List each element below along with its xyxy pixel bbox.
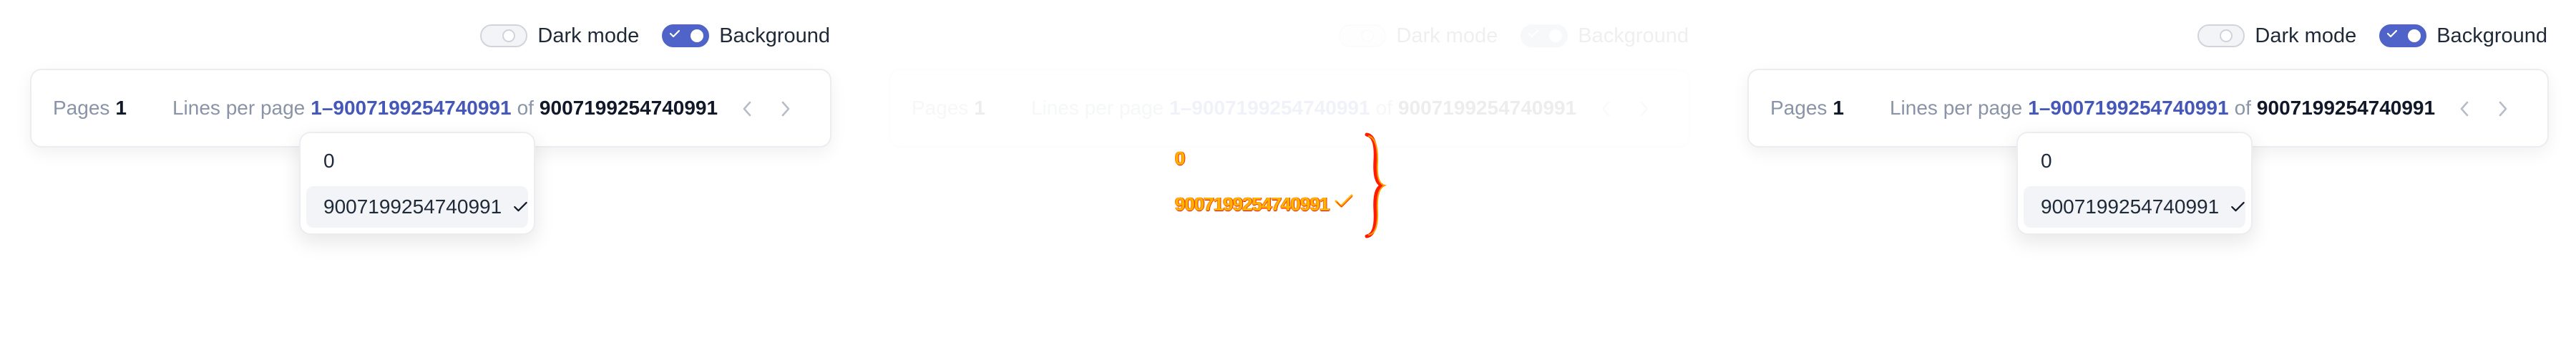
bracket-artifact-icon <box>1365 132 1387 238</box>
toggle-knob <box>2220 29 2233 42</box>
chevron-right-icon <box>781 101 790 117</box>
toggle-knob <box>1549 29 1563 42</box>
background-toggle[interactable] <box>1521 24 1568 47</box>
total-count: 9007199254740991 <box>2256 97 2436 119</box>
background-label: Background <box>2436 24 2547 47</box>
background-label: Background <box>1578 24 1689 47</box>
of-label: of <box>517 97 534 119</box>
background-toggle-group[interactable]: Background <box>2379 24 2547 48</box>
chevron-left-icon <box>743 101 751 117</box>
dark-mode-toggle[interactable] <box>2197 24 2245 47</box>
toggle-knob <box>2408 29 2421 42</box>
check-icon <box>1335 194 1353 208</box>
dropdown-option-selected[interactable]: 9007199254740991 <box>306 186 528 228</box>
lines-per-page-label: Lines per page <box>1889 97 2023 119</box>
chevron-left-icon <box>2460 101 2469 117</box>
toggle-knob <box>502 29 516 42</box>
pages-label: Pages <box>912 97 969 119</box>
lines-per-page-label: Lines per page <box>1030 97 1164 119</box>
background-toggle[interactable] <box>662 24 710 47</box>
dark-mode-toggle-group[interactable]: Dark mode <box>1339 24 1498 48</box>
dark-mode-toggle[interactable] <box>480 24 528 47</box>
lines-per-page-select[interactable]: 1–9007199254740991 <box>311 97 511 120</box>
total-count: 9007199254740991 <box>1397 97 1577 119</box>
option-label: 0 <box>323 150 335 172</box>
chevron-right-icon <box>2499 101 2507 117</box>
check-icon <box>2231 201 2245 212</box>
option-label: 9007199254740991 <box>1175 193 1330 215</box>
dropdown-option-selected[interactable]: 9007199254740991 <box>2024 186 2245 228</box>
next-page-button[interactable] <box>773 96 799 122</box>
background-toggle-group[interactable]: Background <box>1521 24 1689 48</box>
panel-left: Dark mode Background Pages 1 Lines per p… <box>0 0 859 358</box>
dark-mode-toggle[interactable] <box>1339 24 1387 47</box>
background-toggle[interactable] <box>2379 24 2427 47</box>
of-label: of <box>2234 97 2251 119</box>
dropdown-option[interactable]: 0 <box>2024 140 2245 182</box>
panel-right: Dark mode Background Pages 1 Lines per p… <box>1717 0 2576 358</box>
background-toggle-group[interactable]: Background <box>662 24 830 48</box>
pages-value: 1 <box>974 97 985 119</box>
pages-value: 1 <box>115 97 127 119</box>
check-icon <box>670 30 680 37</box>
display-controls: Dark mode Background <box>1317 21 1717 50</box>
lines-per-page-select[interactable]: 1–9007199254740991 <box>2028 97 2228 120</box>
lines-per-page-label: Lines per page <box>172 97 306 119</box>
check-icon <box>1528 30 1539 37</box>
pages-label: Pages <box>1770 97 1828 119</box>
check-icon <box>2387 30 2398 37</box>
dark-mode-toggle-group[interactable]: Dark mode <box>2197 24 2356 48</box>
lines-per-page-dropdown: 0 9007199254740991 <box>299 132 535 235</box>
background-label: Background <box>719 24 830 47</box>
option-label: 9007199254740991 <box>2041 195 2220 218</box>
chevron-left-icon <box>1601 101 1610 117</box>
dark-mode-label: Dark mode <box>537 24 640 47</box>
glitched-dropdown: 0 9007199254740991 <box>1158 132 1394 238</box>
dropdown-option[interactable]: 0 <box>306 140 528 182</box>
dark-mode-label: Dark mode <box>2255 24 2357 47</box>
toggle-knob <box>1361 29 1375 42</box>
display-controls: Dark mode Background <box>458 21 859 50</box>
total-count: 9007199254740991 <box>539 97 718 119</box>
pages-label: Pages <box>53 97 110 119</box>
lines-per-page-dropdown: 0 9007199254740991 <box>2016 132 2253 235</box>
prev-page-button[interactable] <box>1593 96 1619 122</box>
chevron-right-icon <box>1640 101 1649 117</box>
option-label: 0 <box>2041 150 2052 172</box>
dark-mode-label: Dark mode <box>1396 24 1498 47</box>
toggle-knob <box>691 29 704 42</box>
of-label: of <box>1375 97 1392 119</box>
next-page-button[interactable] <box>2490 96 2516 122</box>
display-controls: Dark mode Background <box>2175 21 2576 50</box>
pages-value: 1 <box>1833 97 1844 119</box>
check-icon <box>514 201 527 212</box>
lines-per-page-select[interactable]: 1–9007199254740991 <box>1169 97 1370 120</box>
prev-page-button[interactable] <box>2451 96 2477 122</box>
prev-page-button[interactable] <box>734 96 760 122</box>
option-label: 0 <box>1175 147 1186 169</box>
dark-mode-toggle-group[interactable]: Dark mode <box>480 24 639 48</box>
option-label: 9007199254740991 <box>323 195 502 218</box>
panel-middle: Dark mode Background Pages 1 Lines per p… <box>859 0 1717 358</box>
next-page-button[interactable] <box>1631 96 1657 122</box>
